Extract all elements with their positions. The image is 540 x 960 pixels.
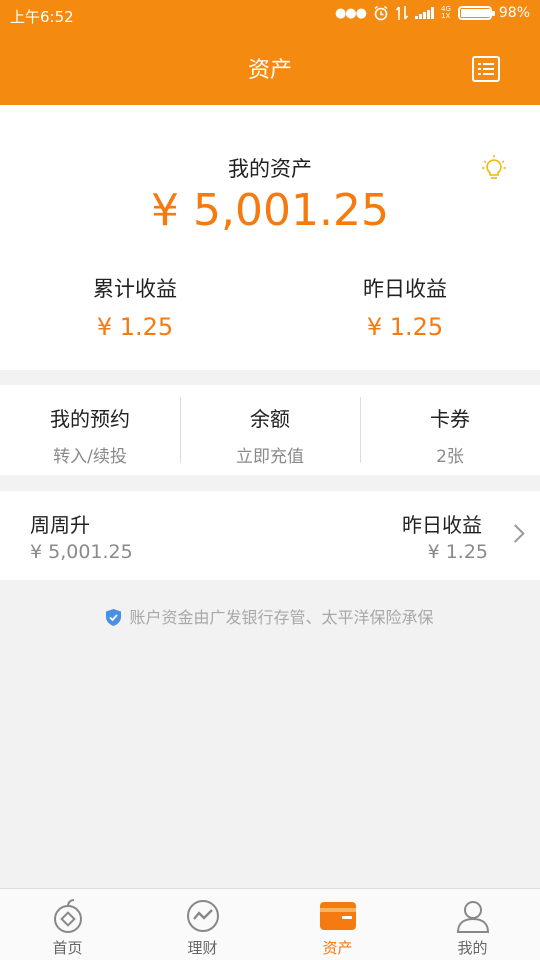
home-coin-icon [53,899,82,933]
yesterday-income-value: ¥ 1.25 [366,313,444,341]
status-icons: ●●● 4G 1X 98% [335,5,530,21]
product-income-value: ¥ 1.25 [427,541,488,563]
tab-label: 理财 [187,939,218,957]
tab-label: 首页 [52,939,83,957]
data-transfer-icon [395,6,408,20]
notice-text: 账户资金由广发银行存管、太平洋保险承保 [129,608,434,627]
alarm-icon [374,5,388,21]
quick-action-subtitle: 2张 [436,447,464,467]
signal-icon [414,7,434,19]
quick-actions: 我的预约 转入/续投 余额 立即充值 卡券 2张 [0,385,540,475]
quick-action-title: 余额 [250,407,290,431]
battery-fill [460,9,491,17]
product-name: 周周升 [30,513,90,537]
quick-action-title: 我的预约 [50,407,130,431]
more-dots-icon: ●●● [334,5,367,21]
quick-action-title: 卡券 [430,407,470,431]
tab-mine[interactable]: 我的 [405,889,540,960]
list-icon[interactable] [472,56,500,82]
user-icon [456,901,489,933]
total-asset-value: ¥ 5,001.25 [151,185,389,236]
tab-label: 我的 [457,939,488,957]
quick-action-reservation[interactable]: 我的预约 转入/续投 [0,385,180,475]
network-type: 4G 1X [441,6,451,20]
cumulative-income: 累计收益 ¥ 1.25 [0,273,270,341]
quick-action-coupons[interactable]: 卡券 2张 [360,385,540,475]
status-time: 上午6:52 [10,8,74,26]
battery-text: 98% [498,5,530,21]
nav-bar: 资产 [0,30,540,105]
lightbulb-icon[interactable] [482,155,506,183]
yesterday-income: 昨日收益 ¥ 1.25 [270,273,540,341]
page-title: 资产 [247,58,292,83]
tab-assets[interactable]: 资产 [270,889,405,960]
asset-summary-card: 我的资产 ¥ 5,001.25 累计收益 ¥ 1.25 昨日收益 ¥ 1.25 [0,105,540,370]
tab-finance[interactable]: 理财 [135,889,270,960]
asset-title: 我的资产 [228,157,312,181]
quick-action-balance[interactable]: 余额 立即充值 [180,385,360,475]
product-row[interactable]: 周周升 ¥ 5,001.25 昨日收益 ¥ 1.25 [0,491,540,580]
custody-notice: 账户资金由广发银行存管、太平洋保险承保 [0,604,540,628]
quick-action-subtitle: 立即充值 [236,447,304,467]
cumulative-income-value: ¥ 1.25 [96,313,174,341]
status-bar: 上午6:52 ●●● 4G 1X 98% [0,0,540,30]
battery-icon [457,6,495,20]
shield-check-icon [106,609,122,626]
tab-label: 资产 [322,939,353,957]
chevron-right-icon [506,524,525,543]
quick-action-subtitle: 转入/续投 [53,447,127,467]
cumulative-income-label: 累计收益 [93,277,177,301]
yesterday-income-label: 昨日收益 [363,277,447,301]
wallet-icon [319,902,356,930]
trend-icon [186,900,219,932]
product-income-label: 昨日收益 [402,513,482,537]
tab-home[interactable]: 首页 [0,889,135,960]
network-sub-label: 1X [440,12,451,20]
product-amount: ¥ 5,001.25 [30,541,133,563]
bottom-tab-bar: 首页 理财 资产 我的 [0,888,540,960]
